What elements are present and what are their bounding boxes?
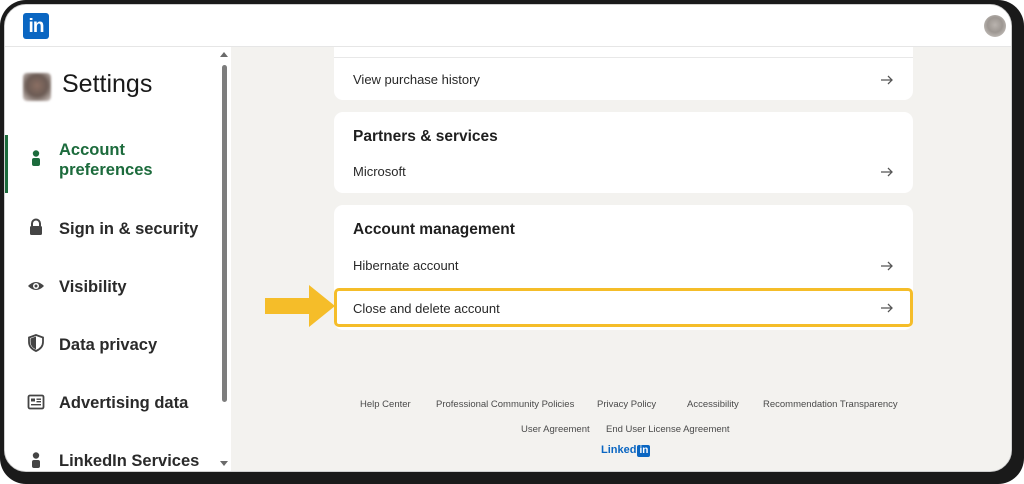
scroll-up-arrow-icon[interactable] <box>220 52 228 57</box>
person-icon <box>32 452 40 468</box>
partners-services-card: Partners & services Microsoft <box>334 112 913 193</box>
arrow-right-icon <box>881 261 893 271</box>
logo-word: Linked <box>601 444 637 456</box>
close-delete-account-row[interactable]: Close and delete account <box>334 288 913 327</box>
linkedin-footer-logo: Linked in <box>601 444 651 457</box>
footer-link-accessibility[interactable]: Accessibility <box>687 399 739 410</box>
newspaper-icon <box>27 394 45 410</box>
row-label: View purchase history <box>353 72 480 87</box>
sidebar-item-label: Sign in & security <box>59 220 199 238</box>
hibernate-account-row[interactable]: Hibernate account <box>334 247 913 285</box>
sidebar-item-label: Data privacy <box>59 336 158 354</box>
settings-sidebar: Settings Account preferences Sign in & s… <box>5 47 228 471</box>
scroll-down-arrow-icon[interactable] <box>220 461 228 466</box>
sidebar-item-label: LinkedIn Services <box>59 452 200 470</box>
sidebar-item-sign-in-security[interactable]: Sign in & security <box>5 215 217 243</box>
view-purchase-history-row[interactable]: View purchase history <box>334 61 913 99</box>
avatar <box>23 73 51 101</box>
active-indicator <box>5 135 8 193</box>
sidebar-item-label: Advertising data <box>59 394 189 412</box>
arrow-right-icon <box>881 75 893 85</box>
section-title: Account management <box>353 221 515 238</box>
sidebar-item-label: preferences <box>59 161 153 179</box>
screenshot-frame: in Settings Account preferences Sign in … <box>0 0 1024 484</box>
eye-icon <box>28 282 44 290</box>
microsoft-row[interactable]: Microsoft <box>334 153 913 191</box>
sidebar-item-label: Visibility <box>59 278 127 296</box>
sidebar-item-advertising-data[interactable]: Advertising data <box>5 389 217 417</box>
page-title: Settings <box>62 70 153 98</box>
row-label: Microsoft <box>353 164 406 179</box>
footer-link-privacy-policy[interactable]: Privacy Policy <box>597 399 656 410</box>
row-label: Close and delete account <box>353 301 500 316</box>
footer-link-community-policies[interactable]: Professional Community Policies <box>436 399 574 410</box>
top-navigation-bar: in <box>5 5 1011 47</box>
sidebar-scrollbar[interactable] <box>222 65 227 402</box>
footer-link-eula[interactable]: End User License Agreement <box>606 424 730 435</box>
row-label: Hibernate account <box>353 258 459 273</box>
sidebar-item-visibility[interactable]: Visibility <box>5 273 217 301</box>
shield-icon <box>28 334 44 352</box>
person-icon <box>32 150 40 166</box>
sidebar-item-account-preferences[interactable]: Account preferences <box>5 135 217 193</box>
footer-link-help-center[interactable]: Help Center <box>360 399 411 410</box>
divider <box>334 57 913 58</box>
sidebar-item-data-privacy[interactable]: Data privacy <box>5 331 217 359</box>
arrow-right-icon <box>881 167 893 177</box>
logo-in: in <box>637 445 651 457</box>
arrow-right-icon <box>881 303 893 313</box>
footer-link-user-agreement[interactable]: User Agreement <box>521 424 590 435</box>
linkedin-logo-icon[interactable]: in <box>23 13 49 39</box>
lock-icon <box>30 218 42 235</box>
footer-link-recommendation-transparency[interactable]: Recommendation Transparency <box>763 399 898 410</box>
settings-main-panel: View purchase history Partners & service… <box>231 47 1011 471</box>
purchase-card: View purchase history <box>334 47 913 100</box>
browser-window: in Settings Account preferences Sign in … <box>4 4 1012 472</box>
pointer-arrow-icon <box>265 285 335 327</box>
sidebar-item-linkedin-services[interactable]: LinkedIn Services <box>5 447 217 471</box>
section-title: Partners & services <box>353 128 498 145</box>
profile-avatar[interactable] <box>984 15 1006 37</box>
sidebar-item-label: Account <box>59 141 125 159</box>
